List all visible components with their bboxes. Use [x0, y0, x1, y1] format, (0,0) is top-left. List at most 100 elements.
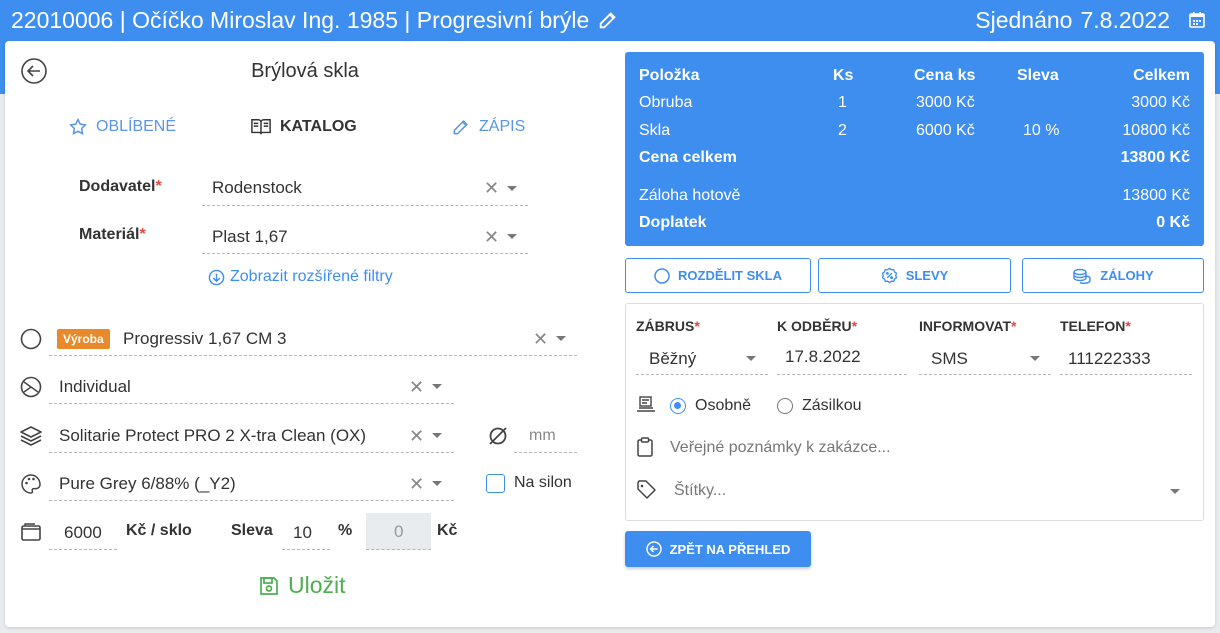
clear-icon[interactable]: ✕ — [409, 475, 424, 493]
back-to-overview-button[interactable]: ZPĚT NA PŘEHLED — [625, 531, 811, 567]
clear-icon[interactable]: ✕ — [409, 378, 424, 396]
discount-amount: 0 — [394, 522, 404, 541]
tab-favorites[interactable]: OBLÍBENÉ — [68, 117, 176, 137]
save-button[interactable]: Uložit — [258, 572, 346, 599]
nylon-checkbox[interactable] — [486, 474, 505, 493]
urgency-select[interactable]: Běžný — [636, 340, 768, 375]
summary-row: Skla 2 6000 Kč 10 % 10800 Kč — [639, 122, 1190, 142]
summary-row: Obruba 1 3000 Kč 3000 Kč — [639, 94, 1190, 114]
item-name: Obruba — [639, 94, 693, 111]
pencil-icon[interactable] — [597, 9, 619, 31]
order-status: Sjednáno 7.8.2022 — [975, 6, 1206, 34]
pencil-icon — [453, 120, 468, 135]
chevron-down-icon[interactable] — [1170, 489, 1180, 494]
total-value: 13800 Kč — [1120, 149, 1190, 166]
panel-title: Brýlová skla — [251, 60, 359, 82]
price-input[interactable]: 6000 — [49, 515, 117, 550]
order-title-text: 22010006 | Očíčko Miroslav Ing. 1985 | P… — [11, 7, 590, 33]
save-icon — [260, 576, 278, 595]
advanced-filters-link[interactable]: Zobrazit rozšířené filtry — [208, 268, 393, 286]
tab-entry[interactable]: ZÁPIS — [451, 117, 525, 137]
tab-favorites-label: OBLÍBENÉ — [96, 118, 177, 135]
split-lenses-button[interactable]: ROZDĚLIT SKLA — [625, 258, 811, 293]
tab-catalog-label: KATALOG — [280, 118, 357, 135]
chevron-down-icon[interactable] — [507, 186, 517, 191]
discount-amount-input: 0 — [366, 513, 431, 550]
palette-icon — [21, 474, 41, 494]
tags-placeholder: Štítky... — [674, 482, 727, 499]
star-icon — [69, 117, 87, 135]
notify-value: SMS — [931, 349, 968, 368]
coating-select[interactable]: Solitarie Protect PRO 2 X-tra Clean (OX)… — [49, 418, 454, 453]
clear-icon[interactable]: ✕ — [409, 427, 424, 445]
design-select[interactable]: Individual ✕ — [49, 369, 454, 404]
pickup-date-input[interactable]: 17.8.2022 — [777, 340, 907, 375]
clear-icon[interactable]: ✕ — [484, 228, 499, 246]
chevron-down-icon[interactable] — [1030, 356, 1040, 361]
tab-entry-label: ZÁPIS — [479, 118, 526, 135]
back-to-overview-label: ZPĚT NA PŘEHLED — [669, 541, 791, 557]
total-label: Cena celkem — [639, 149, 737, 166]
item-qty: 1 — [838, 94, 847, 111]
lens-value: Progressiv 1,67 CM 3 — [123, 329, 287, 348]
public-notes-input[interactable]: Veřejné poznámky k zakázce... — [670, 439, 891, 457]
supplier-value: Rodenstock — [212, 178, 302, 197]
back-arrow-icon[interactable] — [20, 57, 48, 85]
chevron-down-icon[interactable] — [556, 336, 566, 341]
status-date: 7.8.2022 — [1080, 7, 1170, 33]
phone-input[interactable]: 111222333 — [1060, 340, 1192, 375]
discounts-button[interactable]: SLEVY — [818, 258, 1011, 293]
urgency-label: ZÁBRUS* — [636, 318, 700, 334]
radio-unselected[interactable] — [777, 398, 793, 414]
deposit-label: Záloha hotově — [639, 187, 741, 204]
summary-deposit-row: Záloha hotově 13800 Kč — [639, 187, 1190, 207]
lens-design-icon — [20, 376, 42, 398]
chevron-down-icon[interactable] — [432, 433, 442, 438]
price-unit: Kč / sklo — [126, 522, 192, 539]
deposits-label: ZÁLOHY — [1100, 268, 1154, 283]
diameter-unit: mm — [529, 427, 556, 444]
advanced-filters-label: Zobrazit rozšířené filtry — [230, 268, 393, 285]
discounts-label: SLEVY — [905, 268, 949, 283]
discount-input[interactable]: 10 — [282, 515, 330, 550]
supplier-select[interactable]: Rodenstock ✕ — [202, 171, 528, 206]
clear-icon[interactable]: ✕ — [533, 330, 548, 348]
item-discount: 10 % — [1023, 122, 1060, 139]
summary-remaining-row: Doplatek 0 Kč — [639, 214, 1190, 234]
clear-icon[interactable]: ✕ — [484, 179, 499, 197]
deposits-button[interactable]: ZÁLOHY — [1022, 258, 1204, 293]
radio-selected[interactable] — [670, 398, 686, 414]
chevron-down-icon[interactable] — [507, 234, 517, 239]
save-label: Uložit — [288, 572, 346, 598]
tab-catalog[interactable]: KATALOG — [250, 117, 357, 137]
tags-select[interactable]: Štítky... — [670, 475, 1192, 507]
chevron-down-icon[interactable] — [432, 481, 442, 486]
tint-select[interactable]: Pure Grey 6/88% (_Y2) ✕ — [49, 466, 454, 501]
material-select[interactable]: Plast 1,67 ✕ — [202, 219, 528, 254]
notify-label: INFORMOVAT* — [919, 318, 1017, 334]
item-total: 3000 Kč — [1131, 94, 1190, 111]
phone-value: 111222333 — [1068, 349, 1151, 368]
chevron-down-icon[interactable] — [746, 356, 756, 361]
coins-icon — [1073, 268, 1091, 284]
remaining-label: Doplatek — [639, 214, 707, 231]
diameter-icon — [489, 427, 507, 445]
diameter-input[interactable]: mm — [514, 418, 577, 453]
phone-label: TELEFON* — [1060, 318, 1131, 334]
delivery-personal-option[interactable]: Osobně — [670, 397, 751, 415]
price-value: 6000 — [64, 523, 102, 542]
chevron-down-icon[interactable] — [432, 384, 442, 389]
summary-header-row: Položka Ks Cena ks Sleva Celkem — [639, 67, 1190, 87]
pickup-value: 17.8.2022 — [785, 347, 861, 366]
discount-currency: Kč — [437, 522, 458, 539]
lens-select[interactable]: Výroba Progressiv 1,67 CM 3 ✕ — [49, 321, 577, 356]
col-total: Celkem — [1133, 67, 1190, 84]
delivery-post-option[interactable]: Zásilkou — [777, 397, 862, 415]
item-qty: 2 — [838, 122, 847, 139]
notify-select[interactable]: SMS — [919, 340, 1051, 375]
tag-icon — [637, 480, 656, 499]
col-item: Položka — [639, 67, 700, 84]
urgency-value: Běžný — [649, 349, 697, 368]
calendar-icon[interactable] — [1188, 11, 1206, 29]
nylon-label: Na silon — [514, 474, 572, 491]
